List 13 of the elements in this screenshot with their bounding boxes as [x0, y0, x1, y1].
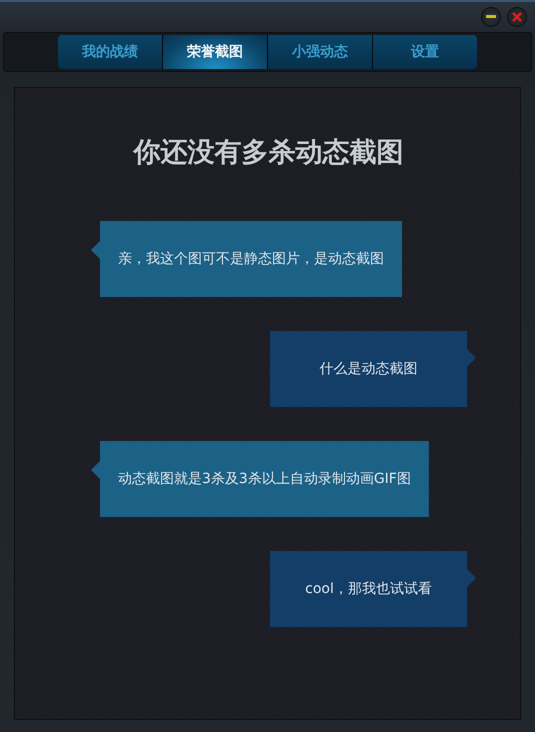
tab[interactable]: 我的战绩 [58, 35, 162, 69]
tab[interactable]: 设置 [373, 35, 477, 69]
minimize-icon [486, 15, 496, 19]
chat-bubble: 什么是动态截图 [270, 331, 476, 407]
minimize-button[interactable] [481, 7, 501, 27]
chat-bubble: 动态截图就是3杀及3杀以上自动录制动画GIF图 [91, 441, 429, 517]
close-button[interactable] [507, 7, 527, 27]
close-icon [512, 12, 522, 22]
tab[interactable]: 荣誉截图 [163, 35, 267, 69]
chat-bubble: 亲，我这个图可不是静态图片，是动态截图 [91, 221, 402, 297]
tab[interactable]: 小强动态 [268, 35, 372, 69]
empty-title: 你还没有多杀动态截图 [132, 136, 404, 170]
chat-bubble: cool，那我也试试看 [270, 551, 476, 627]
